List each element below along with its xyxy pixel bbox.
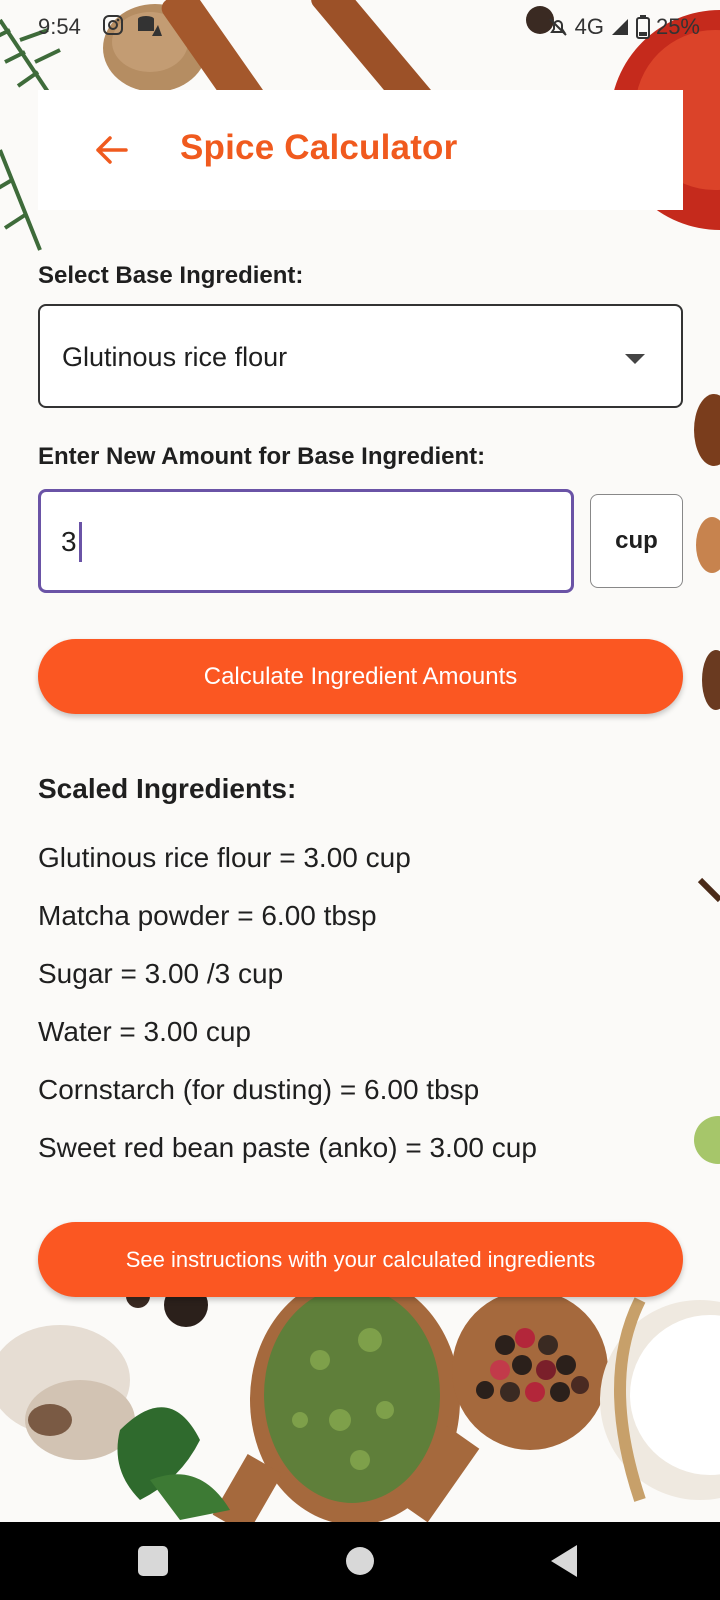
back-icon[interactable] bbox=[551, 1545, 577, 1577]
storage-warning-icon bbox=[138, 16, 162, 36]
page-title: Spice Calculator bbox=[180, 128, 458, 167]
system-navigation-bar bbox=[0, 1522, 720, 1600]
alarm-off-icon bbox=[548, 18, 567, 36]
screen: 9:54 4G 25% Spice Calculator Select Base… bbox=[0, 0, 720, 1600]
scaled-ingredient-item: Cornstarch (for dusting) = 6.00 tbsp bbox=[38, 1074, 480, 1105]
amount-input[interactable]: 3 bbox=[38, 489, 574, 593]
scaled-ingredient-item: Matcha powder = 6.00 tbsp bbox=[38, 900, 377, 931]
base-ingredient-dropdown[interactable]: Glutinous rice flour bbox=[38, 304, 683, 408]
back-arrow-icon[interactable] bbox=[94, 132, 130, 168]
base-ingredient-value: Glutinous rice flour bbox=[62, 342, 288, 372]
calculate-button[interactable]: Calculate Ingredient Amounts bbox=[38, 639, 683, 714]
scaled-ingredient-item: Sugar = 3.00 /3 cup bbox=[38, 958, 284, 989]
instagram-icon bbox=[103, 15, 123, 35]
amount-value: 3 bbox=[61, 526, 77, 557]
signal-icon bbox=[611, 19, 628, 35]
text-cursor bbox=[79, 522, 82, 562]
dropdown-arrow-icon bbox=[625, 354, 645, 364]
scaled-ingredient-item: Sweet red bean paste (anko) = 3.00 cup bbox=[38, 1132, 537, 1163]
battery-icon bbox=[635, 15, 650, 39]
see-instructions-button[interactable]: See instructions with your calculated in… bbox=[38, 1222, 683, 1297]
scaled-ingredient-item: Glutinous rice flour = 3.00 cup bbox=[38, 842, 411, 873]
unit-button[interactable]: cup bbox=[590, 494, 683, 588]
status-system-icons: 4G 25% bbox=[547, 14, 700, 40]
network-type: 4G bbox=[574, 14, 604, 39]
status-time: 9:54 bbox=[38, 14, 81, 39]
amount-label: Enter New Amount for Base Ingredient: bbox=[38, 443, 486, 470]
home-icon[interactable] bbox=[346, 1547, 374, 1575]
scaled-ingredients-title: Scaled Ingredients: bbox=[38, 773, 297, 804]
app-bar: Spice Calculator bbox=[38, 90, 683, 210]
recents-icon[interactable] bbox=[138, 1546, 168, 1576]
base-ingredient-label: Select Base Ingredient: bbox=[38, 262, 304, 289]
battery-level: 25% bbox=[655, 14, 700, 39]
scaled-ingredient-item: Water = 3.00 cup bbox=[38, 1016, 251, 1047]
status-bar: 9:54 4G 25% bbox=[0, 0, 720, 52]
status-notification-icons bbox=[102, 14, 162, 38]
